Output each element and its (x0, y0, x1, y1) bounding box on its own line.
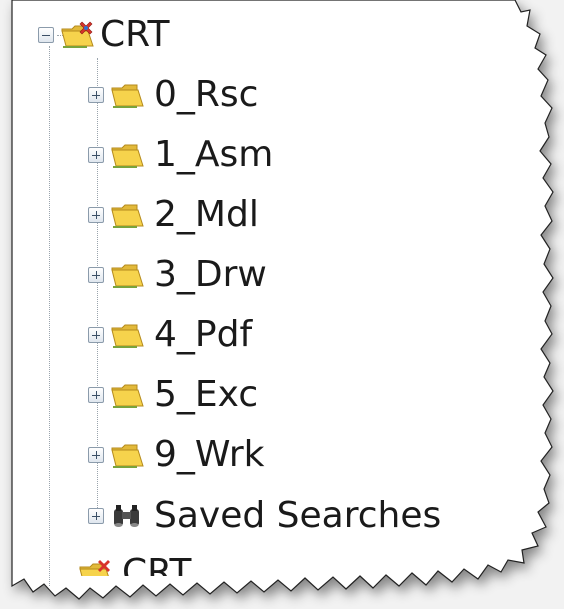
folder-icon (111, 204, 144, 228)
tree-node-2-mdl[interactable]: 2_Mdl (88, 190, 259, 240)
tree-node-label: 4_Pdf (154, 314, 253, 355)
folder-icon (111, 144, 144, 168)
collapse-toggle[interactable] (38, 27, 54, 43)
expand-toggle[interactable] (88, 327, 104, 343)
tree-node-label: 1_Asm (154, 134, 274, 175)
tree-node-crt[interactable]: CRT (38, 10, 170, 60)
tree-node-label: CRT (100, 14, 170, 55)
tree-node-label: 3_Drw (154, 254, 267, 295)
tree-node-5-exc[interactable]: 5_Exc (88, 370, 258, 420)
folder-icon (111, 444, 144, 468)
tree-node-saved-searches[interactable]: Saved Searches (88, 491, 441, 541)
tree-guide-root (49, 46, 50, 586)
tree-node-label: 0_Rsc (154, 74, 259, 115)
expand-toggle[interactable] (88, 207, 104, 223)
expand-toggle[interactable] (88, 147, 104, 163)
folder-icon (111, 264, 144, 288)
folder-icon (111, 324, 144, 348)
expand-toggle[interactable] (88, 508, 104, 524)
tree-node-label: Saved Searches (154, 495, 442, 536)
binoculars-icon (114, 505, 139, 527)
tree-node-9-wrk[interactable]: 9_Wrk (88, 430, 265, 480)
tree-node-label: 5_Exc (154, 374, 259, 415)
expand-toggle[interactable] (88, 447, 104, 463)
tree-node-1-asm[interactable]: 1_Asm (88, 130, 273, 180)
tree-node-label: 9_Wrk (154, 434, 265, 475)
expand-toggle[interactable] (88, 87, 104, 103)
tree-node-4-pdf[interactable]: 4_Pdf (88, 310, 252, 360)
folder-tree-panel: CRT 0_Rsc 1_Asm 2_Mdl 3_Drw 4_Pdf 5_Exc … (0, 0, 564, 609)
folder-icon (111, 84, 144, 108)
folder-project-icon (61, 21, 94, 48)
tree-node-0-rsc[interactable]: 0_Rsc (88, 70, 258, 120)
expand-toggle[interactable] (88, 387, 104, 403)
expand-toggle[interactable] (88, 267, 104, 283)
tree-node-label: 2_Mdl (154, 194, 259, 235)
folder-icon (111, 384, 144, 408)
tree-node-3-drw[interactable]: 3_Drw (88, 250, 267, 300)
